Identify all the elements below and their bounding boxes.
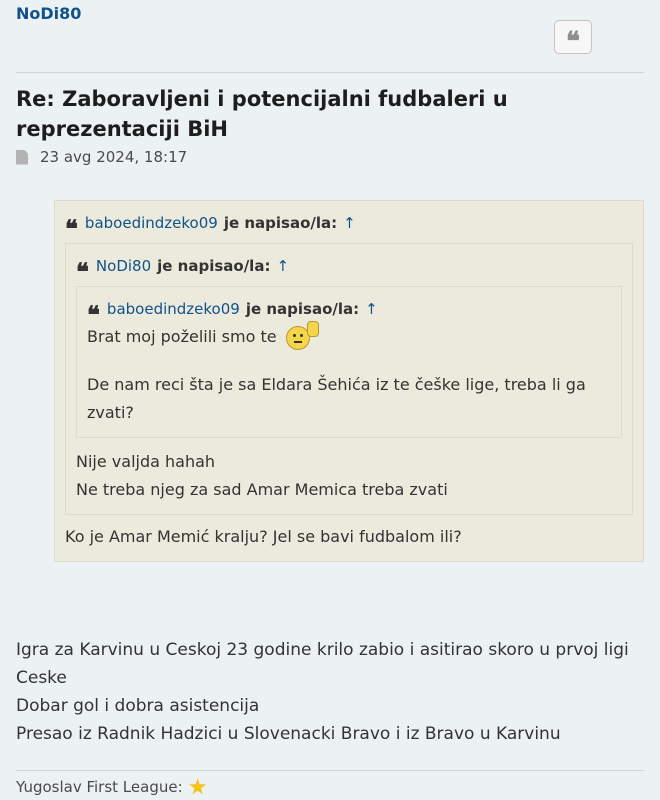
quote-mark-icon: ❝ (76, 257, 89, 286)
body-line: Dobar gol i dobra asistencija (16, 696, 260, 716)
quote-text: De nam reci šta je sa Eldara Šehića iz t… (87, 375, 586, 422)
document-icon (16, 149, 28, 165)
post-body: Igra za Karvinu u Ceskoj 23 godine krilo… (16, 636, 641, 748)
post-date: 23 avg 2024, 18:17 (40, 148, 188, 166)
body-line: Igra za Karvinu u Ceskoj 23 godine krilo… (16, 640, 629, 688)
quote-wrote-label: je napisao/la: (157, 257, 271, 275)
post-title[interactable]: Re: Zaboravljeni i potencijalni fudbaler… (16, 84, 636, 144)
signature-text: Yugoslav First League: (16, 778, 183, 796)
post-meta: 23 avg 2024, 18:17 (16, 148, 187, 166)
jump-to-post-arrow[interactable]: ↑ (276, 252, 289, 280)
quote-button[interactable]: ❝ (554, 20, 592, 57)
quote-wrote-label: je napisao/la: (245, 300, 360, 318)
quote-wrote-label: je napisao/la: (223, 214, 338, 232)
quote-text: Ne treba njeg za sad Amar Memica treba z… (76, 480, 448, 499)
jump-to-post-arrow[interactable]: ↑ (343, 209, 356, 237)
quote-block-level2: ❝ NoDi80 je napisao/la: ↑ ❝ baboedindzek… (65, 243, 633, 515)
quote-icon: ❝ (566, 27, 580, 57)
quote-block-level3: ❝ baboedindzeko09 je napisao/la: ↑ Brat … (76, 286, 622, 438)
quote-mark-icon: ❝ (65, 214, 78, 243)
quote-text: Brat moj poželili smo te (87, 327, 277, 346)
signature: Yugoslav First League: (16, 778, 207, 796)
quote-text: Ko je Amar Memić kralju? Jel se bavi fud… (65, 527, 462, 546)
quote-username[interactable]: NoDi80 (96, 252, 151, 280)
quote-text: Nije valjda hahah (76, 452, 216, 471)
divider (16, 72, 644, 73)
quote-citation: ❝ NoDi80 je napisao/la: ↑ (76, 252, 622, 284)
thinking-smiley-icon (285, 320, 319, 350)
star-icon (189, 778, 207, 795)
quote-citation: ❝ baboedindzeko09 je napisao/la: ↑ (87, 295, 611, 327)
quote-username[interactable]: baboedindzeko09 (85, 209, 218, 237)
quote-text-line: Brat moj poželili smo te (87, 320, 611, 351)
quote-mark-icon: ❝ (87, 300, 100, 329)
signature-divider (16, 770, 644, 771)
quote-citation: ❝ baboedindzeko09 je napisao/la: ↑ (65, 209, 633, 241)
jump-to-post-arrow[interactable]: ↑ (365, 295, 378, 323)
quote-block-level1: ❝ baboedindzeko09 je napisao/la: ↑ ❝ NoD… (54, 200, 644, 562)
post-content: ❝ baboedindzeko09 je napisao/la: ↑ ❝ NoD… (16, 200, 646, 562)
quote-username[interactable]: baboedindzeko09 (107, 295, 240, 323)
post-author[interactable]: NoDi80 (16, 4, 81, 23)
body-line: Presao iz Radnik Hadzici u Slovenacki Br… (16, 724, 561, 744)
